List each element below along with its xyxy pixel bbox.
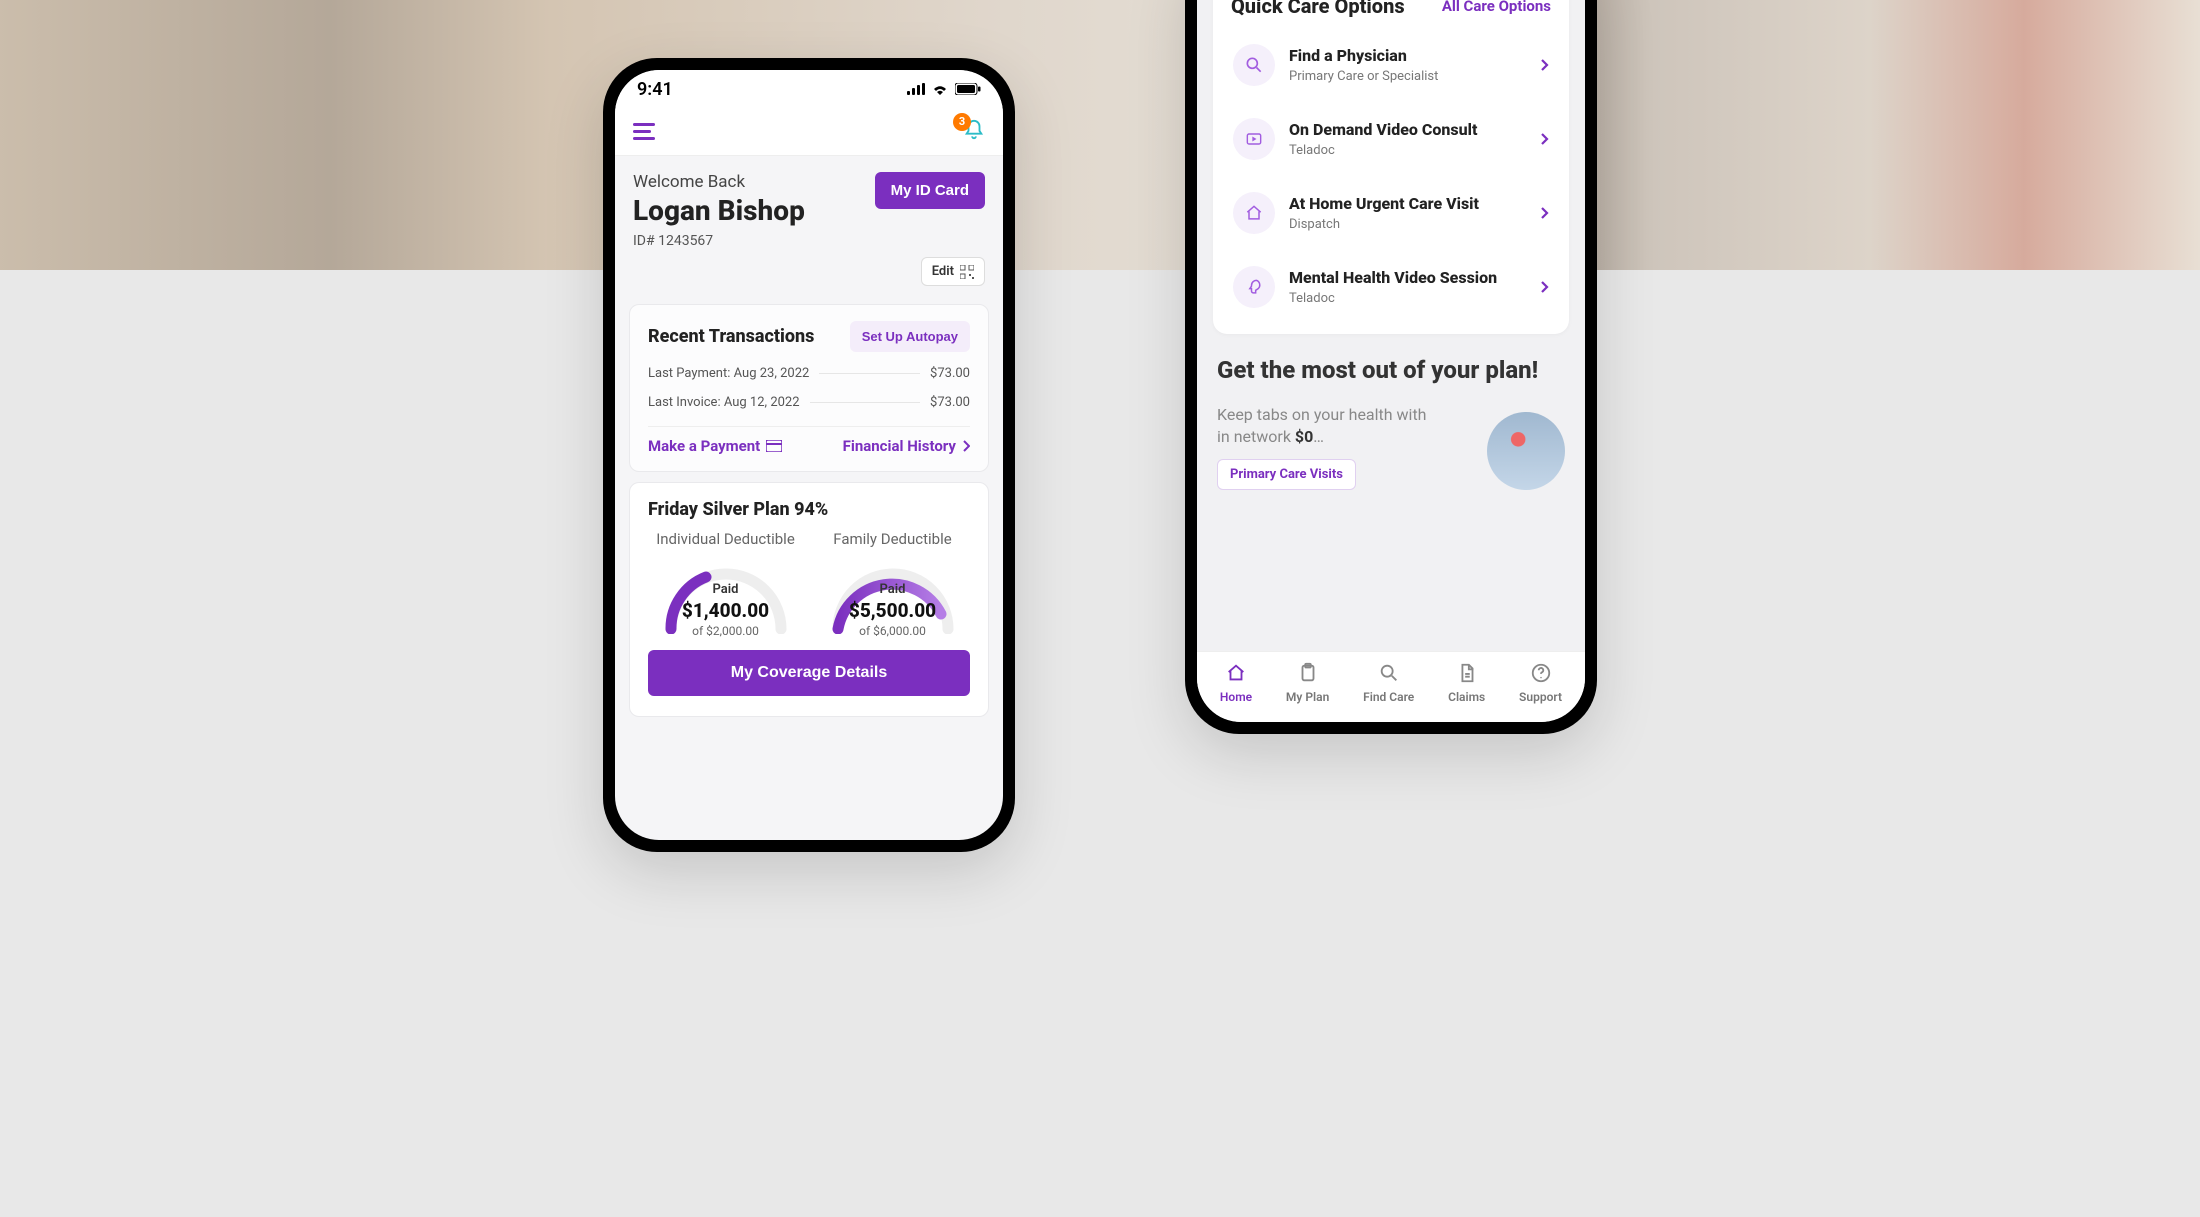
quick-care-name: Mental Health Video Session (1289, 268, 1526, 287)
welcome-section: Welcome Back Logan Bishop ID# 1243567 My… (615, 156, 1003, 294)
recent-transactions-card: Recent Transactions Set Up Autopay Last … (629, 304, 989, 472)
quick-care-sub: Teladoc (1289, 143, 1526, 158)
wifi-icon (931, 83, 949, 95)
paid-label: Paid (656, 582, 796, 597)
head-icon (1233, 266, 1275, 308)
help-icon (1530, 662, 1552, 684)
chevron-right-icon (1540, 58, 1549, 72)
transaction-amount: $73.00 (930, 395, 970, 410)
promo-heading: Get the most out of your plan! (1217, 356, 1565, 384)
tab-label: Support (1519, 690, 1562, 704)
tab-label: My Plan (1286, 690, 1329, 704)
status-icons (907, 83, 981, 95)
tab-home[interactable]: Home (1220, 662, 1252, 704)
paid-of: of $2,000.00 (656, 624, 796, 638)
gauge-family: Family Deductible Paid $5,500.00 of $6,0… (815, 530, 970, 634)
transaction-label: Last Payment: Aug 23, 2022 (648, 366, 809, 381)
search-icon (1378, 662, 1400, 684)
notification-badge: 3 (953, 113, 971, 131)
setup-autopay-button[interactable]: Set Up Autopay (850, 321, 970, 352)
user-name: Logan Bishop (633, 194, 805, 227)
welcome-greeting: Welcome Back (633, 172, 805, 192)
tab-label: Find Care (1363, 690, 1414, 704)
phone-frame-left: 9:41 3 Welcome Back (603, 58, 1015, 852)
home-icon (1225, 662, 1247, 684)
home-icon (1233, 192, 1275, 234)
promo-section: Get the most out of your plan! Keep tabs… (1217, 356, 1565, 490)
quick-care-sub: Dispatch (1289, 217, 1526, 232)
phone-screen-left: 9:41 3 Welcome Back (615, 70, 1003, 840)
transaction-row: Last Invoice: Aug 12, 2022 $73.00 (648, 395, 970, 410)
tab-claims[interactable]: Claims (1448, 662, 1485, 704)
quick-care-item-physician[interactable]: Find a Physician Primary Care or Special… (1231, 28, 1551, 102)
all-care-link[interactable]: All Care Options (1442, 0, 1551, 15)
search-icon (1233, 44, 1275, 86)
chevron-right-icon (1540, 206, 1549, 220)
quick-care-card: Quick Care Options All Care Options Find… (1213, 0, 1569, 334)
bottom-tabbar: Home My Plan Find Care Claims (1197, 651, 1585, 722)
edit-button[interactable]: Edit (921, 257, 985, 286)
promo-subtext: Keep tabs on your health with in network… (1217, 404, 1427, 449)
quick-care-name: On Demand Video Consult (1289, 120, 1526, 139)
financial-history-link[interactable]: Financial History (843, 437, 970, 455)
quick-care-title: Quick Care Options (1231, 0, 1405, 18)
my-id-card-button[interactable]: My ID Card (875, 172, 985, 209)
gauge-individual: Individual Deductible Paid $1,400.00 of … (648, 530, 803, 634)
transaction-amount: $73.00 (930, 366, 970, 381)
transaction-label: Last Invoice: Aug 12, 2022 (648, 395, 800, 410)
paid-amount: $1,400.00 (656, 599, 796, 622)
battery-icon (955, 83, 981, 95)
tab-label: Home (1220, 690, 1252, 704)
tab-myplan[interactable]: My Plan (1286, 662, 1329, 704)
phone-frame-right: Quick Care Options All Care Options Find… (1185, 0, 1597, 734)
quick-care-item-video[interactable]: On Demand Video Consult Teladoc (1231, 102, 1551, 176)
paid-of: of $6,000.00 (823, 624, 963, 638)
qr-icon (960, 265, 974, 279)
card-icon (766, 440, 782, 452)
tab-support[interactable]: Support (1519, 662, 1562, 704)
quick-care-name: At Home Urgent Care Visit (1289, 194, 1526, 213)
plan-title: Friday Silver Plan 94% (648, 499, 970, 520)
transaction-row: Last Payment: Aug 23, 2022 $73.00 (648, 366, 970, 381)
make-payment-link[interactable]: Make a Payment (648, 437, 782, 455)
tab-findcare[interactable]: Find Care (1363, 662, 1414, 704)
gauge-label: Family Deductible (815, 530, 970, 548)
coverage-details-button[interactable]: My Coverage Details (648, 650, 970, 696)
gauge-label: Individual Deductible (648, 530, 803, 548)
quick-care-item-mental[interactable]: Mental Health Video Session Teladoc (1231, 250, 1551, 324)
chevron-right-icon (1540, 132, 1549, 146)
user-id: ID# 1243567 (633, 233, 805, 249)
signal-icon (907, 83, 925, 95)
quick-care-sub: Primary Care or Specialist (1289, 69, 1526, 84)
status-time: 9:41 (637, 79, 673, 100)
paid-label: Paid (823, 582, 963, 597)
promo-chip[interactable]: Primary Care Visits (1217, 459, 1356, 490)
edit-label: Edit (932, 264, 954, 279)
paid-amount: $5,500.00 (823, 599, 963, 622)
quick-care-item-urgent[interactable]: At Home Urgent Care Visit Dispatch (1231, 176, 1551, 250)
clipboard-icon (1297, 662, 1319, 684)
tab-label: Claims (1448, 690, 1485, 704)
menu-button[interactable] (633, 123, 655, 140)
quick-care-sub: Teladoc (1289, 291, 1526, 306)
app-bar: 3 (615, 108, 1003, 156)
file-icon (1456, 662, 1478, 684)
video-icon (1233, 118, 1275, 160)
chevron-right-icon (1540, 280, 1549, 294)
plan-card: Friday Silver Plan 94% Individual Deduct… (629, 482, 989, 717)
status-bar: 9:41 (615, 70, 1003, 108)
promo-image (1487, 412, 1565, 490)
chevron-right-icon (962, 440, 970, 452)
notifications-button[interactable]: 3 (963, 119, 985, 145)
recent-title: Recent Transactions (648, 326, 814, 347)
quick-care-name: Find a Physician (1289, 46, 1526, 65)
phone-screen-right: Quick Care Options All Care Options Find… (1197, 0, 1585, 722)
